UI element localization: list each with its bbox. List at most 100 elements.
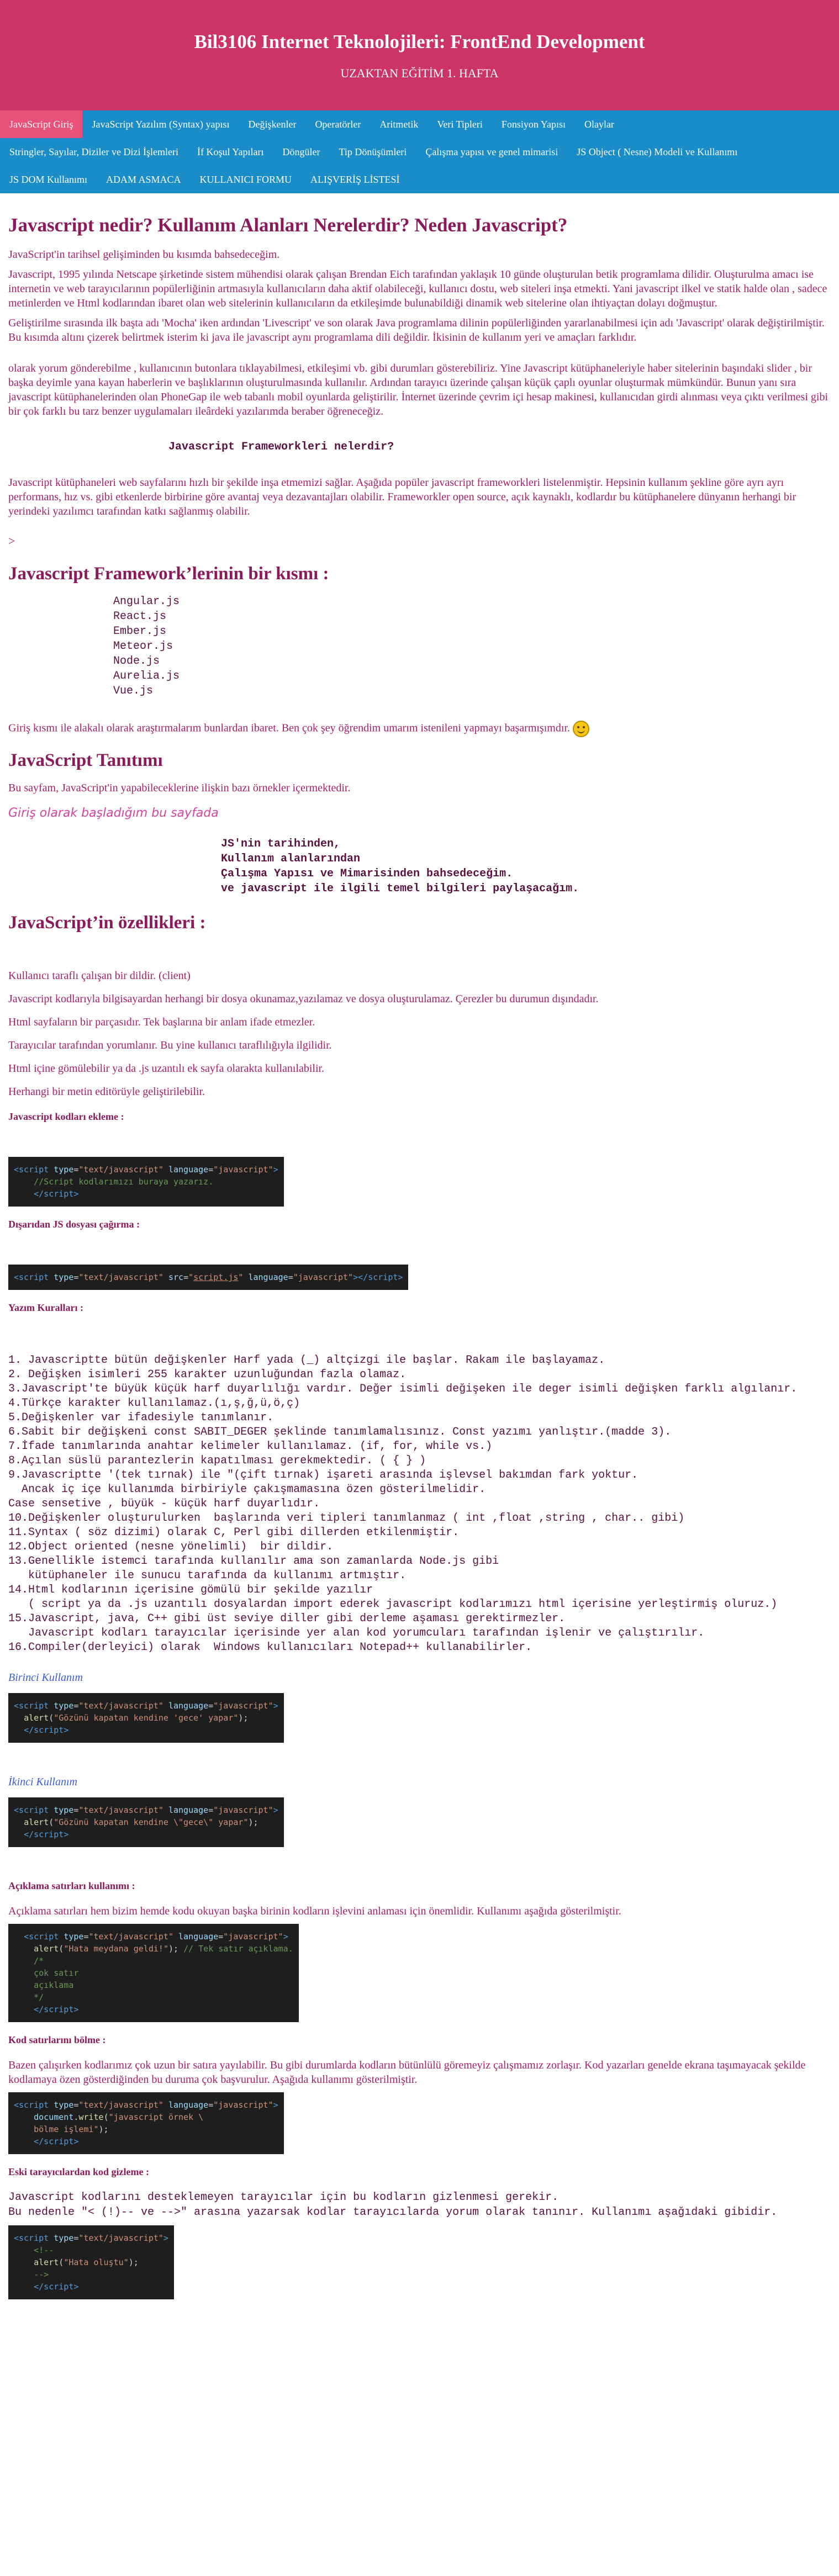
text-line: Javascript kodlarını desteklemeyen taray… [8,2191,559,2204]
label-first-usage: Birinci Kullanım [8,1672,83,1684]
nav-item-mimari[interactable]: Çalışma yapısı ve genel mimarisi [416,138,567,166]
list-item: Aurelia.js [113,670,180,683]
text-line: Bu nedenle "< (!)-- ve -->" arasına yaza… [8,2206,778,2219]
list-item: 13.Genellikle istemci tarafında kullanıl… [8,1555,499,1568]
list-item: Vue.js [113,685,154,697]
list-item: 7.İfade tanımlarında anahtar kelimeler k… [8,1440,493,1453]
code-block-line-break: <script type="text/javascript" language=… [8,2092,284,2154]
main-nav: JavaScript Giriş JavaScript Yazılım (Syn… [0,110,839,193]
nav-item-stringler[interactable]: Stringler, Sayılar, Diziler ve Dizi İşle… [0,138,188,166]
main-content: Javascript nedir? Kullanım Alanları Nere… [0,214,839,2299]
intro-italic: Giriş olarak başladığım bu sayfada [8,806,219,820]
code-block-second-usage: <script type="text/javascript" language=… [8,1797,284,1847]
label-add-code: Javascript kodları ekleme : [8,1111,124,1122]
label-rules: Yazım Kuralları : [8,1302,83,1313]
nav-item-alisveris[interactable]: ALIŞVERİŞ LİSTESİ [301,166,409,193]
code-comment: //Script kodlarımızı buraya yazarız. [34,1177,214,1187]
list-item: React.js [113,610,167,623]
nav-item-syntax[interactable]: JavaScript Yazılım (Syntax) yapısı [82,110,239,138]
nav-row-3: JS DOM Kullanımı ADAM ASMACA KULLANICI F… [0,166,839,193]
nav-item-fonksiyon[interactable]: Fonsiyon Yapısı [492,110,575,138]
list-item: 6.Sabit bir değişkeni const SABIT_DEGER … [8,1426,672,1438]
old-browser-text: Javascript kodlarını desteklemeyen taray… [8,2190,831,2220]
list-item: kütüphaneler ile sunucu tarafında da kul… [8,1569,407,1582]
list-item: 11.Syntax ( söz dizimi) olarak C, Perl g… [8,1526,460,1539]
label-external-js: Dışarıdan JS dosyası çağırma : [8,1219,140,1230]
stray-char: > [8,534,15,548]
nav-item-veri-tipleri[interactable]: Veri Tipleri [428,110,492,138]
list-item: Angular.js [113,595,180,608]
paragraph: Bazen çalışırken kodlarımız çok uzun bir… [8,2059,806,2086]
frameworks-heading: Javascript Frameworkleri nelerdir? [168,441,394,453]
list-item: Meteor.js [113,640,173,653]
script-src-link[interactable]: script.js [193,1272,238,1282]
paragraph: JavaScript'in tarihsel gelişiminden bu k… [8,248,280,261]
paragraph: Javascript kütüphaneleri web sayfalarını… [8,477,796,517]
page-header: Bil3106 Internet Teknolojileri: FrontEnd… [0,0,839,110]
list-item: Ancak iç içe kullanımda birbiriyle çakış… [8,1483,486,1496]
list-item: 10.Değişkenler oluşturulurken başlarında… [8,1512,685,1525]
code-comment: /* [34,1956,44,1966]
nav-item-tip-donusum[interactable]: Tip Dönüşümleri [329,138,416,166]
code-string: javascript örnek \ [113,2112,204,2122]
code-block-embed: <script type="text/javascript" language=… [8,1157,284,1207]
list-item: ve javascript ile ilgili temel bilgileri… [221,882,579,895]
paragraph: olarak yorum gönderebilme , kullanıcının… [8,362,829,417]
feature-item: Javascript kodlarıyla bilgisayardan herh… [8,993,599,1005]
nav-item-aritmetik[interactable]: Aritmetik [370,110,428,138]
nav-item-adam-asmaca[interactable]: ADAM ASMACA [97,166,191,193]
list-item: 4.Türkçe karakter kullanılamaz.(ı,ş,ğ,ü,… [8,1397,300,1410]
nav-item-js-giris[interactable]: JavaScript Giriş [0,110,83,138]
feature-item: Html içine gömülebilir ya da .js uzantıl… [8,1062,325,1075]
list-item: 16.Compiler(derleyici) olarak Windows ku… [8,1641,532,1654]
list-item: 8.Açılan süslü parantezlerin kapatılması… [8,1454,426,1467]
code-comment: */ [34,1992,44,2002]
list-item: Ember.js [113,625,167,638]
list-item: 9.Javascriptte '(tek tırnak) ile "(çift … [8,1469,639,1482]
nav-row-1: JavaScript Giriş JavaScript Yazılım (Syn… [0,110,839,138]
nav-item-dom[interactable]: JS DOM Kullanımı [0,166,97,193]
feature-item: Html sayfaların bir parçasıdır. Tek başl… [8,1016,315,1028]
section-title-what-is-js: Javascript nedir? Kullanım Alanları Nere… [8,214,568,236]
nav-row-2: Stringler, Sayılar, Diziler ve Dizi İşle… [0,138,839,166]
nav-item-object[interactable]: JS Object ( Nesne) Modeli ve Kullanımı [567,138,747,166]
site-title: Bil3106 Internet Teknolojileri: FrontEnd… [194,31,645,52]
closing-text: Giriş kısmı ile alakalı olarak araştırma… [8,722,570,734]
nav-item-operatorler[interactable]: Operatörler [305,110,370,138]
code-block-old-browsers: <script type="text/javascript"> <!-- ale… [8,2225,174,2299]
list-item: 2. Değişken isimleri 255 karakter uzunlu… [8,1368,407,1381]
list-item: 14.Html kodlarının içerisine gömülü bir … [8,1584,373,1596]
nav-item-olaylar[interactable]: Olaylar [575,110,624,138]
code-string: Hata meydana geldi! [68,1944,163,1954]
label-old-browsers: Eski tarayıcılardan kod gizleme : [8,2166,149,2177]
intro-list: JS'nin tarihinden, Kullanım alanlarından Ç… [221,837,831,896]
nav-item-donguler[interactable]: Döngüler [273,138,329,166]
feature-item: Tarayıcılar tarafından yorumlanır. Bu yi… [8,1039,332,1051]
list-item: 3.Javascript'te büyük küçük harf duyarlı… [8,1383,798,1395]
smiley-icon [572,721,589,737]
code-comment: çok satır [34,1968,79,1978]
paragraph: Geliştirilme sırasında ilk başta adı 'Mo… [8,317,825,343]
code-block-comments: <script type="text/javascript" language=… [8,1924,299,2022]
list-item: 5.Değişkenler var ifadesiyle tanımlanır. [8,1411,274,1424]
framework-list: Angular.js React.js Ember.js Meteor.js Node.… [113,594,831,699]
list-item: Node.js [113,655,160,668]
feature-item: Kullanıcı taraflı çalışan bir dildir. (c… [8,970,191,982]
section-title-features: JavaScript’in özellikleri : [8,913,206,933]
list-item: 15.Javascript, java, C++ gibi üst seviye… [8,1612,566,1625]
list-item: 12.Object oriented (nesne yönelimli) bir… [8,1541,334,1553]
code-block-external: <script type="text/javascript" src="scri… [8,1265,409,1290]
code-string: Hata oluştu [68,2257,124,2267]
list-item: ( script ya da .js uzantılı dosyalardan … [8,1598,778,1611]
list-item: Case sensetive , büyük - küçük harf duya… [8,1498,320,1510]
nav-item-degiskenler[interactable]: Değişkenler [239,110,305,138]
list-item: JS'nin tarihinden, [221,838,341,850]
nav-item-if[interactable]: İf Koşul Yapıları [188,138,273,166]
section-title-frameworks: Javascript Framework’lerinin bir kısmı : [8,564,329,584]
label-second-usage: İkinci Kullanım [8,1776,77,1788]
list-item: Javascript kodları tarayıcılar içerisind… [8,1627,705,1639]
nav-item-form[interactable]: KULLANICI FORMU [191,166,302,193]
paragraph: Giriş kısmı ile alakalı olarak araştırma… [8,721,831,737]
paragraph: Açıklama satırları hem bizim hemde kodu … [8,1905,621,1917]
rules-list: 1. Javascriptte bütün değişkenler Harf y… [8,1353,831,1655]
